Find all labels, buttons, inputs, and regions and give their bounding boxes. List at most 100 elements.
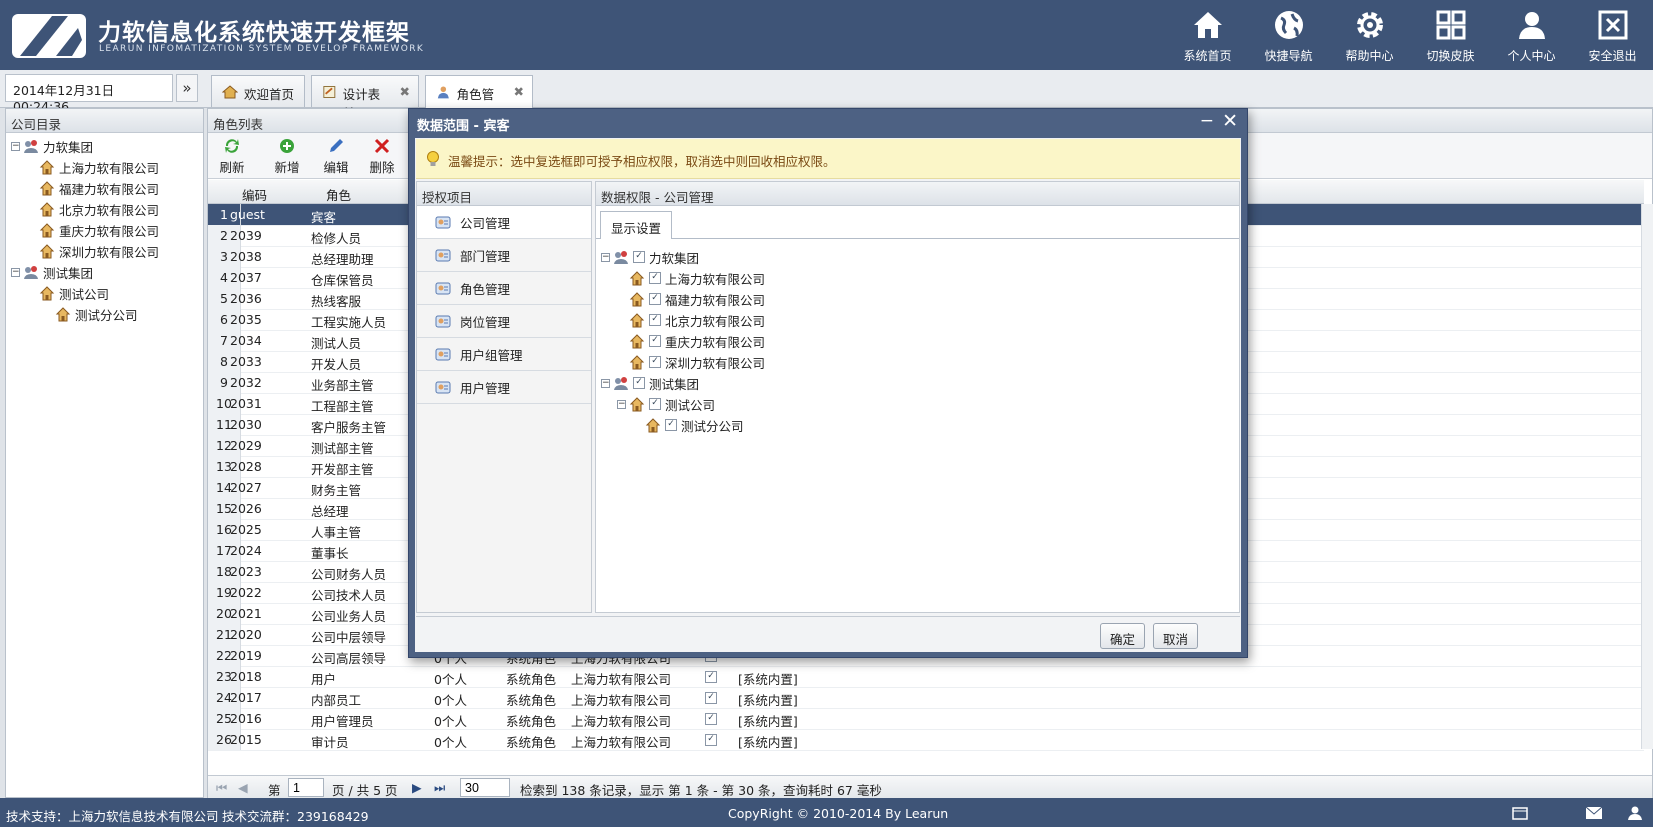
permission-checkbox[interactable]: ✓ bbox=[665, 419, 677, 431]
company-directory-panel: 公司目录 − 力软集团 上海力软有限公司 福建力软有限公司 北京力软有限公司 重庆力软有限… bbox=[5, 108, 204, 798]
enabled-checkbox[interactable]: ✓ bbox=[705, 713, 717, 725]
company-icon bbox=[629, 313, 645, 328]
company-tree-item[interactable]: 上海力软有限公司 bbox=[27, 157, 159, 177]
edit-button[interactable]: 编辑 bbox=[314, 137, 358, 176]
nav-help-center[interactable]: 帮助中心 bbox=[1329, 0, 1410, 70]
permission-tree-item[interactable]: − ✓ 测试集团 bbox=[601, 373, 699, 393]
cell-code: 2033 bbox=[230, 354, 262, 369]
permission-tree-item[interactable]: ✓ 测试分公司 bbox=[633, 415, 744, 435]
auth-item[interactable]: 岗位管理 bbox=[417, 305, 591, 338]
company-icon bbox=[645, 418, 661, 433]
tab-design-form-close-icon[interactable]: ✖ bbox=[400, 84, 410, 99]
page-number-input[interactable] bbox=[288, 778, 324, 797]
permission-tree-label: 福建力软有限公司 bbox=[665, 292, 766, 308]
minimize-icon[interactable]: − bbox=[1200, 111, 1214, 131]
permission-checkbox[interactable]: ✓ bbox=[649, 398, 661, 410]
tab-display-settings[interactable]: 显示设置 bbox=[600, 211, 673, 239]
prev-page-icon[interactable]: ◀ bbox=[238, 780, 248, 795]
permission-checkbox[interactable]: ✓ bbox=[649, 335, 661, 347]
ok-button[interactable]: 确定 bbox=[1100, 623, 1146, 649]
permission-tree-item[interactable]: − ✓ 测试公司 bbox=[617, 394, 715, 414]
permission-checkbox[interactable]: ✓ bbox=[649, 272, 661, 284]
collapse-toggle-icon[interactable]: − bbox=[617, 399, 626, 409]
company-tree-item[interactable]: 测试公司 bbox=[27, 283, 109, 303]
auth-item[interactable]: 部门管理 bbox=[417, 239, 591, 272]
permission-tree-label: 重庆力软有限公司 bbox=[665, 334, 766, 350]
first-page-icon[interactable]: ⏮ bbox=[216, 780, 227, 796]
form-icon bbox=[323, 86, 336, 98]
cancel-button[interactable]: 取消 bbox=[1153, 623, 1199, 649]
mail-icon[interactable] bbox=[1585, 806, 1603, 820]
company-tree-item[interactable]: − 测试集团 bbox=[11, 262, 93, 282]
user-status-icon[interactable] bbox=[1627, 805, 1643, 820]
close-icon[interactable]: ✕ bbox=[1222, 110, 1238, 132]
cell-role: 检修人员 bbox=[311, 231, 362, 246]
permission-checkbox[interactable]: ✓ bbox=[649, 356, 661, 368]
permission-tree-item[interactable]: ✓ 重庆力软有限公司 bbox=[617, 331, 765, 351]
cell-code: 2035 bbox=[230, 312, 262, 327]
auth-item[interactable]: 用户管理 bbox=[417, 371, 591, 404]
home-icon bbox=[222, 85, 238, 99]
company-icon bbox=[55, 307, 71, 322]
nav-logout[interactable]: 安全退出 bbox=[1572, 0, 1653, 70]
refresh-button[interactable]: 刷新 bbox=[210, 137, 254, 176]
company-icon bbox=[39, 244, 55, 259]
collapse-sidebar-button[interactable]: » bbox=[176, 74, 198, 102]
last-page-icon[interactable]: ⏭ bbox=[434, 780, 445, 796]
company-tree-item[interactable]: 测试分公司 bbox=[43, 304, 138, 324]
enabled-checkbox[interactable]: ✓ bbox=[705, 692, 717, 704]
permission-checkbox[interactable]: ✓ bbox=[633, 377, 645, 389]
app-footer: 技术支持：上海力软信息技术有限公司 技术交流群：239168429 CopyRi… bbox=[0, 798, 1653, 827]
permission-checkbox[interactable]: ✓ bbox=[633, 251, 645, 263]
company-tree-item[interactable]: − 力软集团 bbox=[11, 136, 93, 156]
tab-welcome[interactable]: 欢迎首页 bbox=[211, 75, 305, 107]
table-row[interactable]: 25 2016 用户管理员 0个人 系统角色 上海力软有限公司 ✓ [系统内置] bbox=[208, 708, 1644, 730]
permission-checkbox[interactable]: ✓ bbox=[649, 293, 661, 305]
permission-tree-label: 上海力软有限公司 bbox=[665, 271, 766, 287]
permission-checkbox[interactable]: ✓ bbox=[649, 314, 661, 326]
group-icon bbox=[614, 251, 628, 264]
cell-role: 客户服务主管 bbox=[311, 420, 387, 435]
table-row[interactable]: 23 2018 用户 0个人 系统角色 上海力软有限公司 ✓ [系统内置] bbox=[208, 666, 1644, 688]
calendar-icon[interactable] bbox=[1512, 806, 1528, 820]
permission-tree-item[interactable]: − ✓ 力软集团 bbox=[601, 247, 699, 267]
company-tree-item[interactable]: 深圳力软有限公司 bbox=[27, 241, 159, 261]
company-tree-item[interactable]: 重庆力软有限公司 bbox=[27, 220, 159, 240]
nav-quick-navigation[interactable]: 快捷导航 bbox=[1248, 0, 1329, 70]
delete-button[interactable]: 删除 bbox=[360, 137, 404, 176]
grid-scrollbar[interactable] bbox=[1641, 204, 1653, 749]
collapse-toggle-icon[interactable]: − bbox=[11, 141, 20, 151]
next-page-icon[interactable]: ▶ bbox=[412, 780, 422, 795]
collapse-toggle-icon[interactable]: − bbox=[11, 267, 20, 277]
cell-code: 2030 bbox=[230, 417, 262, 432]
permission-tree-item[interactable]: ✓ 北京力软有限公司 bbox=[617, 310, 765, 330]
collapse-toggle-icon[interactable]: − bbox=[601, 378, 610, 388]
role-icon bbox=[435, 282, 451, 295]
tab-design-form[interactable]: 设计表单 ✖ bbox=[311, 75, 419, 121]
nav-personal-center[interactable]: 个人中心 bbox=[1491, 0, 1572, 70]
collapse-toggle-icon[interactable]: − bbox=[601, 252, 610, 262]
auth-item[interactable]: 用户组管理 bbox=[417, 338, 591, 371]
page-size-select[interactable] bbox=[460, 778, 510, 797]
nav-home[interactable]: 系统首页 bbox=[1167, 0, 1248, 70]
tab-role-management[interactable]: 角色管理 ✖ bbox=[425, 75, 533, 121]
enabled-checkbox[interactable]: ✓ bbox=[705, 671, 717, 683]
add-button[interactable]: 新增 bbox=[265, 137, 309, 176]
company-tree-item[interactable]: 福建力软有限公司 bbox=[27, 178, 159, 198]
auth-item[interactable]: 公司管理 bbox=[417, 206, 591, 239]
nav-switch-skin[interactable]: 切换皮肤 bbox=[1410, 0, 1491, 70]
permission-tree-item[interactable]: ✓ 深圳力软有限公司 bbox=[617, 352, 765, 372]
permission-tree-item[interactable]: ✓ 上海力软有限公司 bbox=[617, 268, 765, 288]
cell-role: 用户 bbox=[311, 672, 337, 687]
enabled-checkbox[interactable]: ✓ bbox=[705, 734, 717, 746]
permission-tree-item[interactable]: ✓ 福建力软有限公司 bbox=[617, 289, 765, 309]
table-row[interactable]: 24 2017 内部员工 0个人 系统角色 上海力软有限公司 ✓ [系统内置] bbox=[208, 687, 1644, 709]
post-icon bbox=[435, 315, 451, 328]
permission-tree-label: 深圳力软有限公司 bbox=[665, 355, 766, 371]
tab-role-management-close-icon[interactable]: ✖ bbox=[514, 84, 524, 99]
cell-company: 上海力软有限公司 bbox=[571, 693, 672, 708]
table-row[interactable]: 26 2015 审计员 0个人 系统角色 上海力软有限公司 ✓ [系统内置] bbox=[208, 729, 1644, 751]
column-code: 编码 bbox=[242, 188, 268, 203]
company-tree-item[interactable]: 北京力软有限公司 bbox=[27, 199, 159, 219]
auth-item[interactable]: 角色管理 bbox=[417, 272, 591, 305]
